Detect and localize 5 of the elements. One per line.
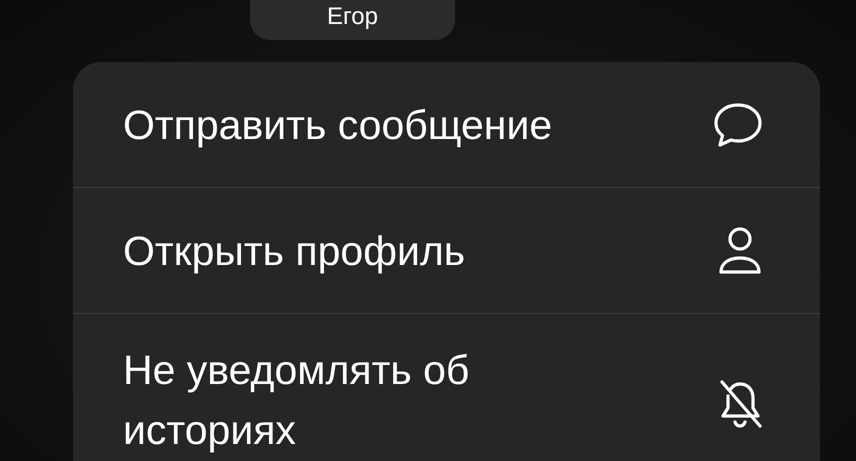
chat-bubble-icon: [712, 100, 764, 148]
menu-item[interactable]: Не уведомлять об историях: [123, 340, 623, 460]
contact-name: Егор: [250, 0, 455, 40]
menu-item[interactable]: Открыть профиль: [123, 220, 466, 280]
menu-item[interactable]: Отправить сообщение: [123, 94, 552, 154]
